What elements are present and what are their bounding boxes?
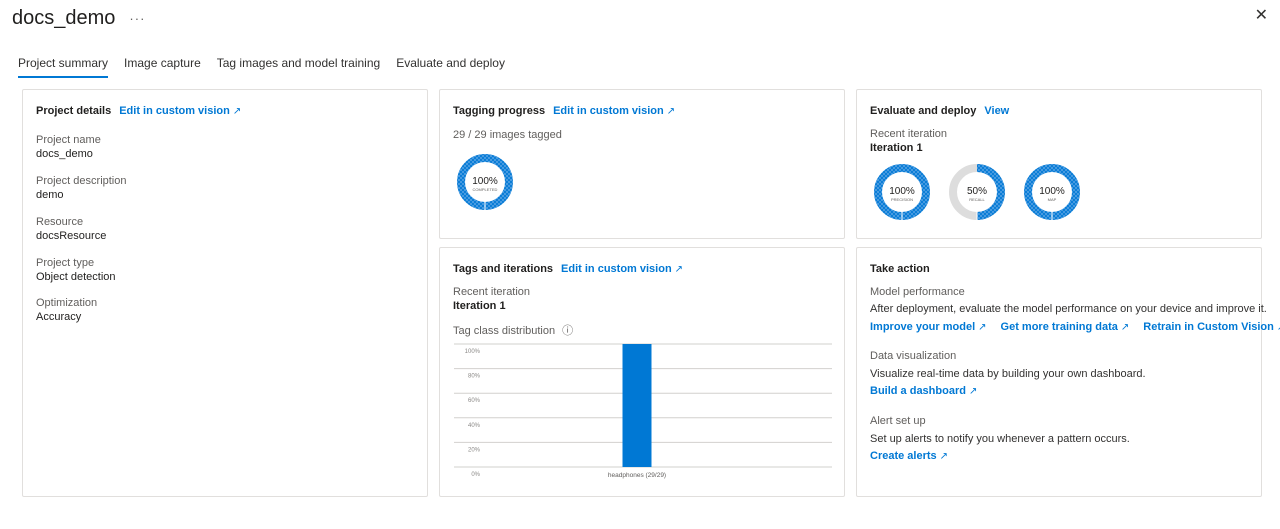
bar[interactable] [622,344,652,467]
close-icon[interactable]: ✕ [1255,8,1268,24]
page-header: docs_demo ··· [12,4,145,32]
tags-iterations-card: Tags and iterations Edit in custom visio… [439,247,845,497]
evaluate-deploy-card: Evaluate and deploy View Recent iteratio… [856,89,1262,239]
field-label: Optimization [36,297,98,309]
external-link-icon: ↗ [939,451,949,462]
tab-project-summary[interactable]: Project summary [18,56,109,78]
precision-donut: 100% PRECISION [870,160,934,229]
improve-model-link[interactable]: Improve your model ↗ [870,321,987,333]
y-tick-label: 80% [468,374,481,380]
y-tick-label: 20% [468,447,481,453]
project-name-field: Project name docs_demo [36,134,101,160]
model-performance-text: After deployment, evaluate the model per… [870,303,1267,315]
card-title: Tagging progress [453,105,546,117]
donut-caption: PRECISION [891,197,913,202]
retrain-custom-vision-link[interactable]: Retrain in Custom Vision↗ [1143,321,1280,333]
build-dashboard-link[interactable]: Build a dashboard ↗ [870,385,977,397]
field-value: Accuracy [36,311,82,323]
map-donut: 100% MAP [1020,160,1084,229]
project-details-card: Project details Edit in custom vision ↗ P… [22,89,428,497]
field-value: demo [36,189,64,201]
resource-field: Resource docsResource [36,216,106,242]
external-link-icon: ↗ [232,106,242,117]
link-label: Create alerts [870,450,937,462]
donut-value: 50% [967,186,987,197]
link-label: Get more training data [1000,321,1118,333]
card-title: Project details [36,105,112,117]
field-value: Iteration 1 [870,142,923,154]
recall-donut: 50% RECALL [945,160,1009,229]
field-value: docsResource [36,230,107,242]
tagging-progress-header: Tagging progress Edit in custom vision ↗ [453,105,675,117]
donut-svg: 100%MAP [1024,164,1080,220]
y-tick-label: 40% [468,423,481,429]
field-label: Project name [36,134,101,146]
field-label: Recent iteration [870,128,948,140]
link-label: Edit in custom vision [553,105,664,117]
edit-in-custom-vision-link[interactable]: Edit in custom vision ↗ [553,105,675,117]
y-tick-label: 100% [465,349,481,355]
alert-setup-text: Set up alerts to notify you whenever a p… [870,433,1130,445]
external-link-icon: ↗ [1120,322,1130,333]
page-title: docs_demo [12,6,116,29]
more-options-icon[interactable]: ··· [129,11,145,26]
tab-tag-images[interactable]: Tag images and model training [217,56,380,78]
evaluate-deploy-header: Evaluate and deploy View [870,105,1009,117]
donut-caption: COMPLETED [473,187,498,192]
data-visualization-links: Build a dashboard ↗ [870,385,977,397]
data-visualization-heading: Data visualization [870,350,957,362]
tab-evaluate-deploy[interactable]: Evaluate and deploy [396,56,505,78]
x-tick-label: headphones (29/29) [608,472,666,479]
tab-bar: Project summary Image capture Tag images… [18,56,505,78]
bar-chart-svg: 0% 20% 40% 60% 80% 100% headphones (29/29) [454,343,832,479]
get-more-training-data-link[interactable]: Get more training data ↗ [1001,321,1130,333]
y-tick-label: 60% [468,398,481,404]
completed-donut: 100% COMPLETED [453,150,517,219]
create-alerts-link[interactable]: Create alerts ↗ [870,450,948,462]
donut-svg: 50%RECALL [949,164,1005,220]
optimization-field: Optimization Accuracy [36,297,97,323]
data-visualization-text: Visualize real-time data by building you… [870,368,1146,380]
project-type-field: Project type Object detection [36,257,116,283]
alert-setup-heading: Alert set up [870,415,926,427]
field-value: docs_demo [36,148,93,160]
card-title: Take action [870,263,930,275]
field-value: Object detection [36,271,116,283]
project-description-field: Project description demo [36,175,127,201]
external-link-icon: ↗ [978,322,987,333]
card-title: Evaluate and deploy [870,105,977,117]
alert-links: Create alerts ↗ [870,450,948,462]
external-link-icon: ↗ [666,106,676,117]
y-tick-label: 0% [471,472,480,478]
link-label: Retrain in Custom Vision [1143,321,1274,333]
model-performance-links: Improve your model ↗ Get more training da… [870,321,1280,333]
donut-svg: 100%PRECISION [874,164,930,220]
model-performance-heading: Model performance [870,286,965,298]
donut-value: 100% [1039,186,1065,197]
link-label: Edit in custom vision [119,105,230,117]
donut-value: 100% [889,186,915,197]
link-label: Build a dashboard [870,385,966,397]
external-link-icon: ↗ [968,386,978,397]
donut-caption: RECALL [969,197,985,202]
donut-svg: 100%COMPLETED [457,154,513,210]
images-tagged-count: 29 / 29 images tagged [453,129,562,141]
link-label: Improve your model [870,321,976,333]
tagging-progress-card: Tagging progress Edit in custom vision ↗ … [439,89,845,239]
recent-iteration-field: Recent iteration Iteration 1 [870,128,947,154]
take-action-card: Take action Model performance After depl… [856,247,1280,497]
donut-caption: MAP [1048,197,1057,202]
tab-image-capture[interactable]: Image capture [124,56,201,78]
donut-value: 100% [472,176,498,187]
take-action-header: Take action [870,263,930,275]
tag-distribution-chart: 0% 20% 40% 60% 80% 100% headphones (29/29) [440,248,846,498]
field-label: Resource [36,216,84,228]
field-label: Project description [36,175,127,187]
project-details-header: Project details Edit in custom vision ↗ [36,105,241,117]
edit-in-custom-vision-link[interactable]: Edit in custom vision ↗ [119,105,241,117]
field-label: Project type [36,257,95,269]
view-link[interactable]: View [984,105,1009,117]
